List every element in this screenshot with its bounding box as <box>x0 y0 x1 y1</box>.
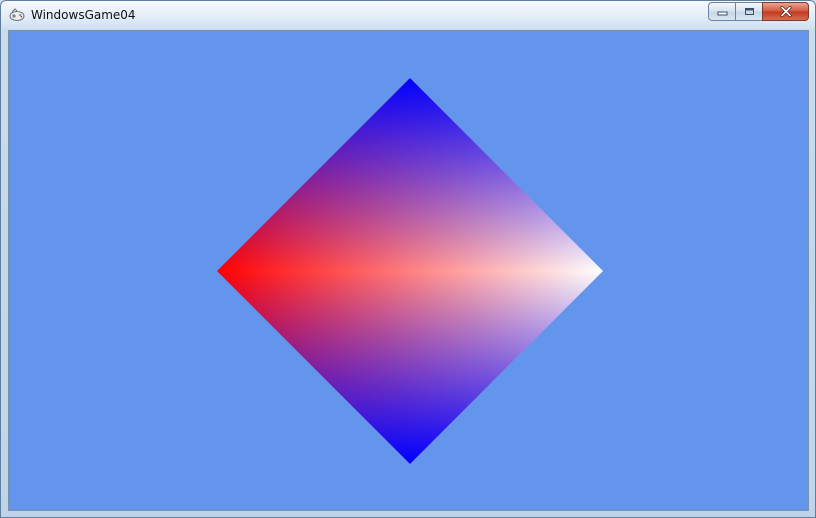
game-canvas <box>217 78 603 464</box>
gamepad-icon <box>9 8 25 21</box>
close-button[interactable] <box>762 2 809 21</box>
game-viewport[interactable] <box>8 30 809 511</box>
diamond-blue-overlay <box>217 78 603 464</box>
maximize-icon <box>744 8 754 15</box>
title-bar[interactable]: WindowsGame04 <box>1 1 815 29</box>
app-window: WindowsGame04 <box>0 0 816 518</box>
caption-buttons <box>708 2 809 21</box>
close-icon <box>780 6 791 17</box>
maximize-button[interactable] <box>735 2 762 21</box>
window-title: WindowsGame04 <box>31 8 136 22</box>
minimize-icon <box>717 11 727 16</box>
minimize-button[interactable] <box>708 2 735 21</box>
